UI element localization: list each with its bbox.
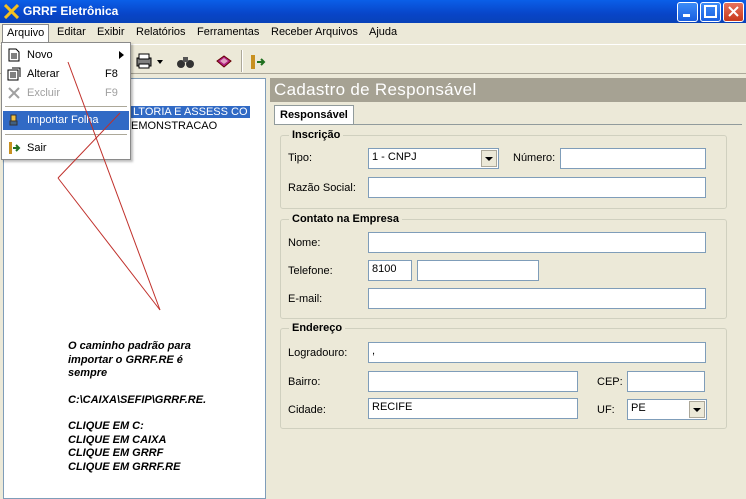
menu-relatorios[interactable]: Relatórios bbox=[136, 26, 186, 38]
toolbar-separator bbox=[241, 50, 243, 72]
menu-item-sair[interactable]: Sair bbox=[3, 139, 129, 158]
numero-label: Número: bbox=[513, 152, 556, 164]
submenu-arrow-icon bbox=[119, 51, 124, 59]
menu-bar: Arquivo Editar Exibir Relatórios Ferrame… bbox=[0, 23, 746, 43]
form-panel: Cadastro de Responsável Responsável Insc… bbox=[270, 78, 746, 499]
window-title: GRRF Eletrônica bbox=[23, 4, 119, 18]
menu-editar[interactable]: Editar bbox=[57, 26, 86, 38]
menu-separator bbox=[5, 106, 127, 107]
printer-icon bbox=[136, 53, 163, 69]
arquivo-menu: Novo Alterar F8 Excluir F9 Importar Folh… bbox=[1, 42, 131, 160]
tipo-dropdown-button[interactable] bbox=[481, 150, 497, 167]
note-step: CLIQUE EM GRRF bbox=[68, 447, 164, 459]
exit-door-icon bbox=[9, 142, 21, 154]
nome-label: Nome: bbox=[288, 237, 321, 249]
menu-item-label: Novo bbox=[27, 49, 53, 61]
note-line: O caminho padrão para bbox=[68, 340, 191, 352]
chevron-down-icon bbox=[693, 408, 701, 412]
note-step: CLIQUE EM GRRF.RE bbox=[68, 460, 181, 473]
cep-label: CEP: bbox=[597, 376, 623, 388]
uf-label: UF: bbox=[597, 404, 615, 416]
tab-responsavel[interactable]: Responsável bbox=[274, 105, 354, 125]
edit-document-icon bbox=[7, 67, 21, 81]
menu-ferramentas[interactable]: Ferramentas bbox=[197, 26, 259, 38]
menu-item-shortcut: F8 bbox=[105, 68, 118, 80]
logradouro-label: Logradouro: bbox=[288, 347, 348, 359]
print-button[interactable] bbox=[133, 51, 167, 71]
note-line: sempre bbox=[68, 367, 108, 379]
contato-legend: Contato na Empresa bbox=[292, 213, 399, 225]
title-bar: GRRF Eletrônica bbox=[0, 0, 746, 23]
cidade-input[interactable]: RECIFE bbox=[368, 398, 578, 419]
tree-item[interactable]: EMONSTRACAO bbox=[131, 120, 217, 132]
note-line: importar o GRRF.RE é bbox=[68, 353, 183, 366]
razao-social-label: Razão Social: bbox=[288, 182, 356, 194]
uf-select[interactable]: PE bbox=[627, 399, 707, 420]
close-icon bbox=[728, 6, 739, 17]
minimize-button[interactable] bbox=[677, 2, 698, 22]
email-input[interactable] bbox=[368, 288, 706, 309]
menu-item-shortcut: F9 bbox=[105, 87, 118, 99]
menu-item-label: Importar Folha bbox=[27, 114, 99, 126]
form-header: Cadastro de Responsável bbox=[270, 78, 746, 102]
chevron-down-icon bbox=[485, 157, 493, 161]
menu-item-alterar[interactable]: Alterar F8 bbox=[3, 65, 129, 84]
logradouro-input[interactable]: , bbox=[368, 342, 706, 363]
form-title: Cadastro de Responsável bbox=[274, 80, 477, 99]
book-icon bbox=[216, 55, 232, 68]
import-icon bbox=[9, 114, 18, 126]
exit-button[interactable] bbox=[245, 51, 267, 71]
note-step: CLIQUE EM CAIXA bbox=[68, 433, 167, 446]
maximize-button[interactable] bbox=[700, 2, 721, 22]
inscricao-legend: Inscrição bbox=[292, 129, 341, 141]
bairro-input[interactable] bbox=[368, 371, 578, 392]
minimize-icon bbox=[683, 14, 690, 17]
telefone-input[interactable] bbox=[417, 260, 539, 281]
note-step: CLIQUE EM C: bbox=[68, 420, 144, 432]
exit-door-icon bbox=[251, 55, 266, 69]
email-label: E-mail: bbox=[288, 293, 323, 305]
telefone-ddd-input[interactable]: 8100 bbox=[368, 260, 412, 281]
numero-input[interactable] bbox=[560, 148, 706, 169]
menu-item-label: Sair bbox=[27, 142, 47, 154]
menu-item-label: Excluir bbox=[27, 87, 61, 99]
maximize-icon bbox=[704, 5, 717, 18]
uf-value: PE bbox=[631, 402, 646, 414]
note-path: C:\CAIXA\SEFIP\GRRF.RE. bbox=[68, 393, 207, 406]
razao-social-input[interactable] bbox=[368, 177, 706, 198]
endereco-legend: Endereço bbox=[292, 322, 343, 334]
close-button[interactable] bbox=[723, 2, 744, 22]
instruction-note: O caminho padrão para importar o GRRF.RE… bbox=[68, 340, 258, 474]
bairro-label: Bairro: bbox=[288, 376, 321, 388]
delete-x-icon bbox=[8, 87, 20, 99]
menu-item-importar-folha[interactable]: Importar Folha bbox=[3, 111, 129, 130]
tipo-value: 1 - CNPJ bbox=[372, 151, 417, 163]
menu-ajuda[interactable]: Ajuda bbox=[369, 26, 397, 38]
tipo-select[interactable]: 1 - CNPJ bbox=[368, 148, 499, 169]
telefone-label: Telefone: bbox=[288, 265, 333, 277]
tree-item-selected[interactable]: LTORIA E ASSESS CO bbox=[131, 106, 250, 118]
binoculars-icon bbox=[177, 57, 194, 68]
menu-item-excluir[interactable]: Excluir F9 bbox=[3, 84, 129, 103]
menu-item-novo[interactable]: Novo bbox=[3, 46, 129, 65]
menu-arquivo[interactable]: Arquivo bbox=[2, 24, 50, 42]
uf-dropdown-button[interactable] bbox=[689, 401, 705, 418]
new-document-icon bbox=[8, 48, 20, 62]
app-icon bbox=[4, 4, 19, 19]
book-button[interactable] bbox=[211, 51, 235, 71]
menu-exibir[interactable]: Exibir bbox=[97, 26, 125, 38]
cep-input[interactable] bbox=[627, 371, 705, 392]
menu-receber-arquivos[interactable]: Receber Arquivos bbox=[271, 26, 358, 38]
find-button[interactable] bbox=[173, 51, 197, 71]
tipo-label: Tipo: bbox=[288, 152, 313, 164]
menu-separator bbox=[5, 134, 127, 135]
cidade-label: Cidade: bbox=[288, 404, 326, 416]
menu-item-label: Alterar bbox=[27, 68, 60, 80]
nome-input[interactable] bbox=[368, 232, 706, 253]
